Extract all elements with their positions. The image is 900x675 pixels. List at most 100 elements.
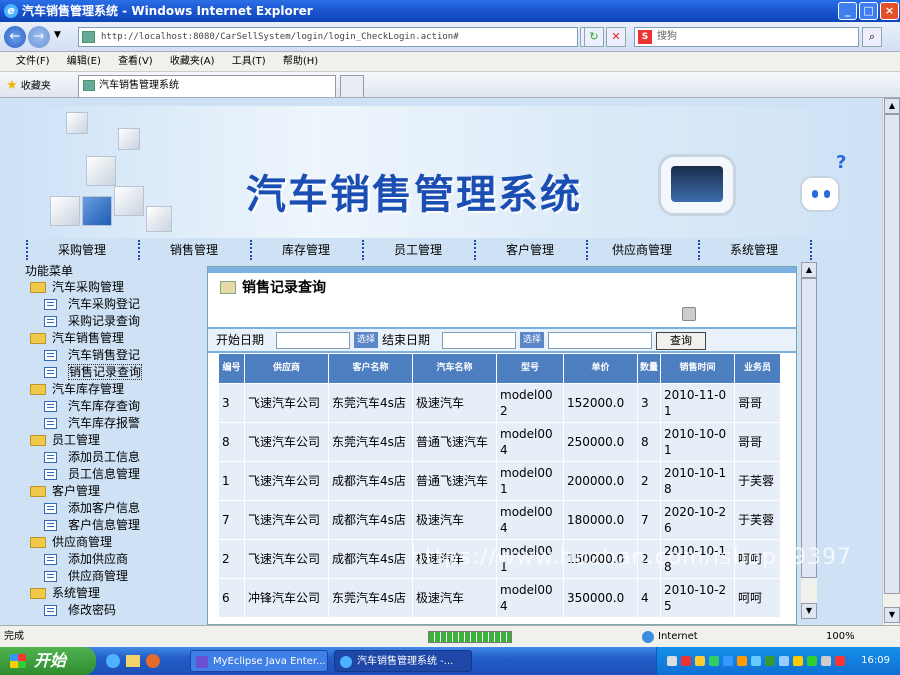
menu-item-sales-register[interactable]: 汽车销售登记 xyxy=(44,347,140,364)
tray-icon[interactable] xyxy=(835,656,845,666)
cell-supplier: 飞速汽车公司 xyxy=(244,422,329,462)
printer-icon[interactable] xyxy=(682,307,696,321)
minimize-button[interactable]: _ xyxy=(838,2,857,20)
stop-icon[interactable]: ✕ xyxy=(606,27,626,47)
menu-view[interactable]: 查看(V) xyxy=(118,56,153,67)
menu-favorites[interactable]: 收藏夹(A) xyxy=(170,56,215,67)
menu-item-change-password[interactable]: 修改密码 xyxy=(44,602,116,619)
ie-quicklaunch-icon[interactable] xyxy=(106,654,120,668)
menu-item-sales-query[interactable]: 销售记录查询 xyxy=(44,364,143,381)
col-header-sale-time[interactable]: 销售时间 xyxy=(660,353,735,384)
menu-file[interactable]: 文件(F) xyxy=(16,56,50,67)
menu-item-add-customer[interactable]: 添加客户信息 xyxy=(44,500,140,517)
back-button[interactable]: ← xyxy=(4,26,26,48)
menu-item-inventory-alarm[interactable]: 汽车库存报警 xyxy=(44,415,140,432)
col-header-quantity[interactable]: 数量 xyxy=(637,353,661,384)
menu-item-supplier-manage[interactable]: 供应商管理 xyxy=(44,568,128,585)
forward-button[interactable]: → xyxy=(28,26,50,48)
tray-icon[interactable] xyxy=(723,656,733,666)
scroll-up-icon[interactable]: ▲ xyxy=(884,98,900,114)
end-date-pick-button[interactable]: 选择 xyxy=(520,332,544,348)
menu-category-system[interactable]: 系统管理 xyxy=(30,585,100,602)
nav-employee[interactable]: 员工管理 xyxy=(362,238,474,262)
address-input[interactable]: http://localhost:8080/CarSellSystem/logi… xyxy=(78,27,578,47)
security-zone[interactable]: Internet xyxy=(642,626,698,648)
tray-icon[interactable] xyxy=(681,656,691,666)
menu-item-add-supplier[interactable]: 添加供应商 xyxy=(44,551,128,568)
favorites-button[interactable]: ★ 收藏夹 xyxy=(6,77,51,93)
menu-item-add-employee[interactable]: 添加员工信息 xyxy=(44,449,140,466)
start-date-input[interactable] xyxy=(276,332,350,349)
tray-icon[interactable] xyxy=(807,656,817,666)
nav-system[interactable]: 系统管理 xyxy=(698,238,810,262)
col-header-salesman[interactable]: 业务员 xyxy=(734,353,781,384)
menu-category-inventory[interactable]: 汽车库存管理 xyxy=(30,381,124,398)
menu-tools[interactable]: 工具(T) xyxy=(232,56,266,67)
browser-tab[interactable]: 汽车销售管理系统 xyxy=(78,75,336,97)
table-row[interactable]: 3 飞速汽车公司 东莞汽车4s店 极速汽车 model002 152000.0 … xyxy=(218,383,781,423)
nav-sales[interactable]: 销售管理 xyxy=(138,238,250,262)
maximize-button[interactable]: □ xyxy=(859,2,878,20)
tray-icon[interactable] xyxy=(737,656,747,666)
menu-item-customer-manage[interactable]: 客户信息管理 xyxy=(44,517,140,534)
col-header-car-name[interactable]: 汽车名称 xyxy=(412,353,497,384)
table-row[interactable]: 6 冲锋汽车公司 东莞汽车4s店 极速汽车 model004 350000.0 … xyxy=(218,578,781,618)
search-input[interactable]: S 搜狗 xyxy=(634,27,859,47)
nav-inventory[interactable]: 库存管理 xyxy=(250,238,362,262)
menu-category-sales[interactable]: 汽车销售管理 xyxy=(30,330,124,347)
nav-supplier[interactable]: 供应商管理 xyxy=(586,238,698,262)
menu-item-employee-manage[interactable]: 员工信息管理 xyxy=(44,466,140,483)
scroll-thumb[interactable] xyxy=(884,114,900,594)
menu-category-supplier[interactable]: 供应商管理 xyxy=(30,534,112,551)
folder-quicklaunch-icon[interactable] xyxy=(126,655,140,667)
tray-icon[interactable] xyxy=(751,656,761,666)
col-header-id[interactable]: 编号 xyxy=(218,353,245,384)
menu-help[interactable]: 帮助(H) xyxy=(283,56,318,67)
menu-category-purchase[interactable]: 汽车采购管理 xyxy=(30,279,124,296)
close-button[interactable]: × xyxy=(880,2,899,20)
menu-item-purchase-query[interactable]: 采购记录查询 xyxy=(44,313,140,330)
scroll-up-icon[interactable]: ▲ xyxy=(801,262,817,278)
table-row[interactable]: 8 飞速汽车公司 东莞汽车4s店 普通飞速汽车 model004 250000.… xyxy=(218,422,781,462)
scroll-thumb[interactable] xyxy=(801,278,817,578)
history-dropdown-icon[interactable]: ▼ xyxy=(54,30,61,40)
menu-edit[interactable]: 编辑(E) xyxy=(67,56,101,67)
menu-category-customer[interactable]: 客户管理 xyxy=(30,483,100,500)
end-date-input[interactable] xyxy=(442,332,516,349)
task-ie-window[interactable]: 汽车销售管理系统 -... xyxy=(334,650,472,672)
col-header-price[interactable]: 单价 xyxy=(563,353,638,384)
nav-customer[interactable]: 客户管理 xyxy=(474,238,586,262)
clock[interactable]: 16:09 xyxy=(861,647,890,675)
tray-icon[interactable] xyxy=(821,656,831,666)
tray-icon[interactable] xyxy=(709,656,719,666)
search-go-icon[interactable]: ⌕ xyxy=(862,27,882,47)
start-button[interactable]: 开始 xyxy=(0,647,96,675)
table-row[interactable]: 1 飞速汽车公司 成都汽车4s店 普通飞速汽车 model001 200000.… xyxy=(218,461,781,501)
menu-category-employee[interactable]: 员工管理 xyxy=(30,432,100,449)
table-row[interactable]: 7 飞速汽车公司 成都汽车4s店 极速汽车 model004 180000.0 … xyxy=(218,500,781,540)
col-header-supplier[interactable]: 供应商 xyxy=(244,353,329,384)
start-date-pick-button[interactable]: 选择 xyxy=(354,332,378,348)
tray-icon[interactable] xyxy=(779,656,789,666)
tray-icon[interactable] xyxy=(793,656,803,666)
tray-icon[interactable] xyxy=(765,656,775,666)
zoom-level[interactable]: 100% xyxy=(826,626,855,648)
keyword-input[interactable] xyxy=(548,332,652,349)
tray-icon[interactable] xyxy=(695,656,705,666)
nav-purchase[interactable]: 采购管理 xyxy=(26,238,138,262)
firefox-quicklaunch-icon[interactable] xyxy=(146,654,160,668)
refresh-icon[interactable]: ↻ xyxy=(584,27,604,47)
col-header-model[interactable]: 型号 xyxy=(496,353,564,384)
scroll-down-icon[interactable]: ▼ xyxy=(801,603,817,619)
scroll-down-icon[interactable]: ▼ xyxy=(884,607,900,623)
col-header-customer[interactable]: 客户名称 xyxy=(328,353,413,384)
menu-item-purchase-register[interactable]: 汽车采购登记 xyxy=(44,296,140,313)
new-tab-button[interactable] xyxy=(340,75,364,97)
tray-icon[interactable] xyxy=(667,656,677,666)
menu-item-inventory-query[interactable]: 汽车库存查询 xyxy=(44,398,140,415)
cell-salesman: 于芙蓉 xyxy=(734,500,781,540)
window-titlebar[interactable]: e 汽车销售管理系统 - Windows Internet Explorer _… xyxy=(0,0,900,22)
task-myeclipse[interactable]: MyEclipse Java Enter... xyxy=(190,650,328,672)
page-scrollbar[interactable]: ▲ ▼ xyxy=(882,98,900,625)
query-button[interactable]: 查询 xyxy=(656,332,706,350)
